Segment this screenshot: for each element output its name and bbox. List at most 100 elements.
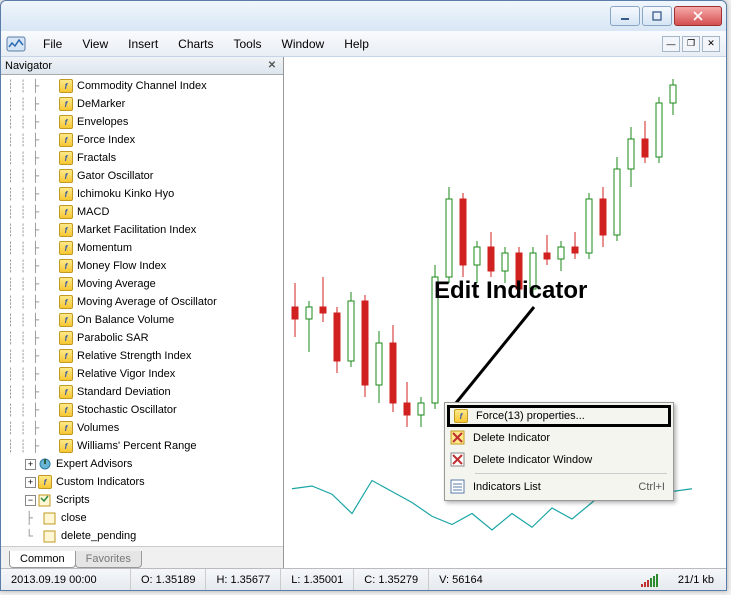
indicator-item[interactable]: ┊ ┊ ├fGator Oscillator: [1, 167, 283, 185]
statusbar: 2013.09.19 00:00 O: 1.35189 H: 1.35677 L…: [1, 568, 726, 590]
menubar: File View Insert Charts Tools Window Hel…: [1, 31, 726, 57]
indicator-item[interactable]: ┊ ┊ ├fWilliams' Percent Range: [1, 437, 283, 455]
mdi-minimize[interactable]: —: [662, 36, 680, 52]
indicator-item[interactable]: ┊ ┊ ├fStandard Deviation: [1, 383, 283, 401]
indicator-item[interactable]: ┊ ┊ ├fDeMarker: [1, 95, 283, 113]
app-window: File View Insert Charts Tools Window Hel…: [0, 0, 727, 591]
indicator-item[interactable]: ┊ ┊ ├fForce Index: [1, 131, 283, 149]
group-icon: [38, 457, 52, 471]
context-menu: f Force(13) properties... Delete Indicat…: [444, 402, 674, 501]
indicator-item[interactable]: ┊ ┊ ├fMoney Flow Index: [1, 257, 283, 275]
indicator-item[interactable]: ┊ ┊ ├fIchimoku Kinko Hyo: [1, 185, 283, 203]
delete-window-icon: [449, 451, 467, 469]
menu-file[interactable]: File: [33, 33, 72, 55]
ctx-delete-window[interactable]: Delete Indicator Window: [447, 449, 671, 471]
status-kb: 21/1 kb: [666, 574, 726, 586]
menu-charts[interactable]: Charts: [168, 33, 223, 55]
status-close: C: 1.35279: [354, 569, 429, 590]
tab-common[interactable]: Common: [9, 551, 76, 568]
indicator-icon: f: [59, 187, 73, 201]
indicator-icon: f: [59, 223, 73, 237]
indicator-item[interactable]: ┊ ┊ ├fMACD: [1, 203, 283, 221]
ctx-delete-indicator[interactable]: Delete Indicator: [447, 427, 671, 449]
menu-help[interactable]: Help: [334, 33, 379, 55]
menu-window[interactable]: Window: [272, 33, 335, 55]
indicator-icon: f: [59, 259, 73, 273]
close-button[interactable]: [674, 6, 722, 26]
indicator-item[interactable]: ┊ ┊ ├fMomentum: [1, 239, 283, 257]
status-low: L: 1.35001: [281, 569, 354, 590]
indicator-item[interactable]: ┊ ┊ ├fEnvelopes: [1, 113, 283, 131]
script-item[interactable]: └delete_pending: [1, 527, 283, 545]
navigator-tree[interactable]: ┊ ┊ ├fCommodity Channel Index┊ ┊ ├fDeMar…: [1, 75, 283, 546]
indicator-item[interactable]: ┊ ┊ ├fRelative Strength Index: [1, 347, 283, 365]
indicator-icon: f: [59, 295, 73, 309]
expander-icon[interactable]: −: [25, 495, 36, 506]
indicator-icon: f: [59, 133, 73, 147]
indicator-item[interactable]: ┊ ┊ ├fStochastic Oscillator: [1, 401, 283, 419]
script-icon: [43, 511, 57, 525]
script-icon: [43, 529, 57, 543]
tab-favorites[interactable]: Favorites: [75, 551, 142, 568]
expander-icon[interactable]: +: [25, 477, 36, 488]
indicator-icon: f: [59, 349, 73, 363]
indicator-item[interactable]: ┊ ┊ ├fCommodity Channel Index: [1, 77, 283, 95]
indicator-icon: f: [59, 421, 73, 435]
mdi-controls: — ❐ ✕: [660, 36, 726, 52]
indicator-icon: f: [59, 205, 73, 219]
menu-insert[interactable]: Insert: [118, 33, 168, 55]
group-icon: f: [38, 475, 52, 489]
ctx-separator: [475, 473, 667, 474]
maximize-button[interactable]: [642, 6, 672, 26]
indicator-icon: f: [59, 313, 73, 327]
indicator-icon: f: [59, 331, 73, 345]
indicator-icon: f: [59, 79, 73, 93]
mdi-close[interactable]: ✕: [702, 36, 720, 52]
indicator-item[interactable]: ┊ ┊ ├fFractals: [1, 149, 283, 167]
expander-icon[interactable]: +: [25, 459, 36, 470]
minimize-button[interactable]: [610, 6, 640, 26]
script-item[interactable]: ├close: [1, 509, 283, 527]
indicator-icon: f: [59, 151, 73, 165]
status-vol: V: 56164: [429, 569, 493, 590]
navigator-panel: Navigator ✕ ┊ ┊ ├fCommodity Channel Inde…: [1, 57, 284, 568]
ctx-indicators-list[interactable]: Indicators List Ctrl+I: [447, 476, 671, 498]
app-icon: [5, 35, 27, 53]
indicator-item[interactable]: ┊ ┊ ├fOn Balance Volume: [1, 311, 283, 329]
status-open: O: 1.35189: [131, 569, 206, 590]
delete-icon: [449, 429, 467, 447]
tree-group[interactable]: −Scripts: [1, 491, 283, 509]
indicator-icon: f: [59, 241, 73, 255]
indicator-item[interactable]: ┊ ┊ ├fMoving Average: [1, 275, 283, 293]
navigator-title: Navigator: [5, 60, 52, 72]
indicator-icon: f: [59, 169, 73, 183]
indicator-item[interactable]: ┊ ┊ ├fRelative Vigor Index: [1, 365, 283, 383]
annotation-line: [454, 305, 544, 405]
indicator-item[interactable]: ┊ ┊ ├fMarket Facilitation Index: [1, 221, 283, 239]
tree-group[interactable]: +Expert Advisors: [1, 455, 283, 473]
indicator-item[interactable]: ┊ ┊ ├fMoving Average of Oscillator: [1, 293, 283, 311]
navigator-header: Navigator ✕: [1, 57, 283, 75]
mdi-restore[interactable]: ❐: [682, 36, 700, 52]
indicator-item[interactable]: ┊ ┊ ├fVolumes: [1, 419, 283, 437]
connection-bars-icon: [641, 573, 666, 587]
tree-group[interactable]: +fCustom Indicators: [1, 473, 283, 491]
indicator-icon: f: [59, 439, 73, 453]
status-time: 2013.09.19 00:00: [1, 569, 131, 590]
properties-icon: f: [452, 407, 470, 425]
indicator-icon: f: [59, 385, 73, 399]
titlebar: [1, 1, 726, 31]
navigator-close-icon[interactable]: ✕: [265, 59, 279, 73]
annotation-label: Edit Indicator: [434, 277, 587, 305]
workspace: Navigator ✕ ┊ ┊ ├fCommodity Channel Inde…: [1, 57, 726, 568]
indicator-icon: f: [59, 277, 73, 291]
ctx-properties[interactable]: f Force(13) properties...: [447, 405, 671, 427]
menu-tools[interactable]: Tools: [224, 33, 272, 55]
indicator-item[interactable]: ┊ ┊ ├fParabolic SAR: [1, 329, 283, 347]
list-icon: [449, 478, 467, 496]
indicator-icon: f: [59, 115, 73, 129]
menu-view[interactable]: View: [72, 33, 118, 55]
indicator-icon: f: [59, 403, 73, 417]
group-icon: [38, 493, 52, 507]
chart-area[interactable]: Edit Indicator f Force(13) properties...…: [284, 57, 726, 568]
